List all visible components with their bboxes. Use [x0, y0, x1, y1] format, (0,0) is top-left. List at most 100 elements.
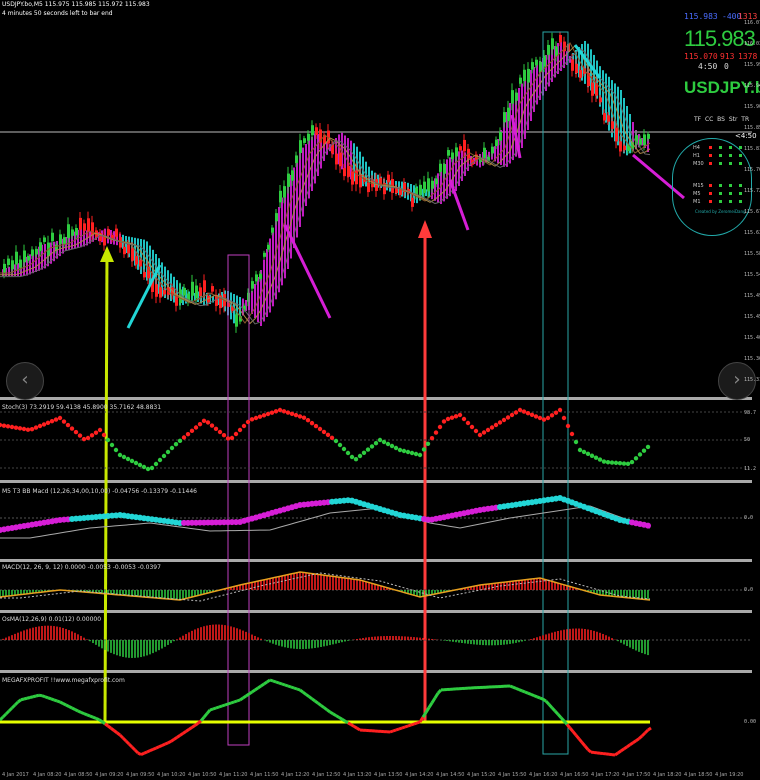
profit-segment — [629, 741, 634, 747]
stoch-dot — [133, 460, 139, 466]
candle — [643, 134, 646, 146]
profit-segment — [521, 689, 526, 694]
profit-segment — [140, 751, 145, 756]
stoch-dot — [389, 443, 395, 449]
profit-segment — [338, 716, 343, 721]
stoch-dot — [1, 423, 7, 428]
stoch-dot — [153, 461, 159, 467]
stoch-dot — [221, 433, 227, 438]
stoch-dot — [633, 456, 639, 461]
stoch-dot — [185, 431, 191, 437]
candle — [351, 171, 354, 185]
stoch-dot — [181, 435, 187, 440]
profit-segment — [347, 721, 352, 726]
candle — [307, 133, 310, 141]
profit-segment — [239, 696, 244, 702]
profit-segment — [281, 682, 286, 687]
candle — [463, 139, 466, 152]
stoch-dot — [109, 442, 115, 448]
candle — [15, 251, 18, 265]
profit-segment — [275, 680, 280, 685]
profit-segment — [544, 700, 551, 706]
candle — [271, 227, 274, 233]
candle — [611, 121, 614, 129]
profit-segment — [635, 737, 640, 742]
profit-segment — [71, 706, 76, 711]
profit-segment — [254, 686, 259, 692]
stoch-dot — [161, 453, 167, 459]
profit-segment — [341, 717, 346, 723]
stoch-dot — [145, 466, 151, 472]
profit-segment — [146, 749, 151, 754]
candle — [575, 63, 578, 74]
candle — [443, 164, 446, 174]
candle — [427, 178, 430, 192]
profit-segment — [158, 744, 163, 749]
cloud-bar — [263, 259, 265, 322]
time-label: 4 Jan 11:20 — [219, 772, 248, 778]
time-label: 4 Jan 19:20 — [715, 772, 744, 778]
stoch-dot — [9, 424, 15, 430]
stoch-dot — [489, 425, 495, 430]
candle — [291, 170, 294, 181]
profit-segment — [293, 686, 298, 691]
stoch-dot — [141, 464, 147, 470]
profit-segment — [0, 715, 5, 722]
candle — [599, 97, 602, 103]
price-tick: 115.630 — [744, 230, 760, 236]
candle — [411, 197, 414, 207]
profit-segment — [527, 691, 532, 696]
profit-segment — [542, 697, 547, 703]
stoch-dot — [549, 413, 555, 418]
profit-segment — [155, 745, 160, 750]
tf-col-tr: TR — [741, 116, 750, 123]
stoch-dot — [365, 447, 371, 452]
candle — [71, 229, 74, 236]
profit-segment — [173, 736, 178, 741]
profit-segment — [248, 690, 253, 696]
ma-line — [0, 42, 651, 324]
candle — [67, 224, 70, 239]
stoch-dot — [173, 441, 179, 447]
price-tick: 115.720 — [744, 188, 760, 194]
price-tick: 115.900 — [744, 104, 760, 110]
candle — [83, 223, 86, 231]
profit-segment — [427, 702, 434, 709]
candle — [503, 112, 506, 123]
profit-segment — [518, 688, 523, 693]
candle — [91, 222, 94, 236]
tf-status-dot — [729, 184, 732, 187]
candle — [315, 127, 318, 136]
tf-row-m1: M1 — [693, 199, 701, 205]
scroll-left-button[interactable]: ‹ — [6, 362, 44, 400]
profit-segment — [326, 708, 331, 714]
price-tick: 115.855 — [744, 125, 760, 131]
tf-status-box: H4 H1 M30 M15 M5 M1 Created by ZeromeiDa… — [672, 138, 752, 236]
stoch-dot — [445, 416, 451, 422]
stoch-dot — [201, 418, 207, 424]
stoch-dot — [437, 424, 443, 430]
profit-segment — [98, 718, 103, 723]
stoch-dot — [341, 446, 347, 452]
profit-segment — [113, 729, 118, 734]
price-chart[interactable] — [0, 0, 752, 780]
stoch-dot — [329, 435, 335, 440]
time-label: 4 Jan 08:50 — [64, 772, 93, 778]
panel-separator — [0, 480, 752, 483]
magenta-pointer — [448, 179, 470, 231]
profit-segment — [640, 731, 647, 738]
time-label: 4 Jan 12:50 — [312, 772, 341, 778]
profit-segment — [62, 702, 67, 707]
cloud-bar — [446, 159, 448, 199]
stoch-dot — [129, 458, 135, 464]
tf-row-h4: H4 — [693, 145, 700, 151]
profit-segment — [311, 697, 316, 703]
stoch-dot — [17, 426, 23, 431]
ma-ribbon — [0, 42, 651, 325]
stoch-dot — [61, 419, 67, 424]
profit-segment — [215, 705, 220, 710]
stoch-dot — [249, 417, 255, 422]
stoch-dot — [593, 455, 599, 460]
profit-segment — [308, 695, 313, 701]
candle — [251, 281, 254, 289]
